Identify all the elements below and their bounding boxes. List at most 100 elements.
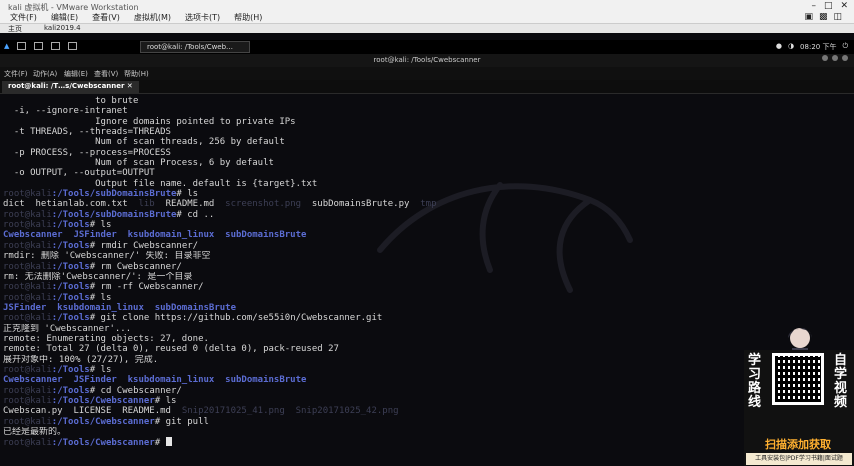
terminal-line: root@kali:/Tools# git clone https://gith…	[3, 313, 700, 323]
close-icon[interactable]	[842, 55, 848, 61]
prompt-path: :/Tools	[51, 364, 90, 375]
taskbar-terminal-item[interactable]: root@kali: /Tools/Cweb…	[140, 41, 250, 53]
listing-entry: dict hetianlab.com.txt	[3, 199, 139, 210]
term-menu-edit[interactable]: 编辑(E)	[64, 69, 88, 79]
terminal-window-controls	[822, 55, 848, 61]
terminal-line: remote: Total 27 (delta 0), reused 0 (de…	[3, 344, 339, 355]
vm-menu-file[interactable]: 文件(F)	[8, 12, 39, 23]
minimize-icon[interactable]	[822, 55, 828, 61]
vm-tab-kali[interactable]: kali2019.4	[44, 24, 81, 32]
vm-menu-edit[interactable]: 编辑(E)	[49, 12, 80, 23]
prompt-host: root@kali	[3, 292, 52, 303]
qr-code-icon	[772, 353, 824, 405]
promo-overlay: 学习路线 自学视频 扫描添加获取 工具安装包|PDF学习书籍|面试题	[744, 350, 854, 466]
kali-menu-icon[interactable]: ▲	[4, 42, 9, 50]
fullscreen-icon[interactable]: ▣	[804, 12, 813, 22]
terminal-line: 已经是最新的。	[3, 427, 67, 437]
prompt-command: # ls	[89, 220, 112, 231]
listing-entry: Snip20171025_41.png Snip20171025_42.png	[181, 406, 399, 417]
listing-entry: Cwebscan.py LICENSE README.md	[3, 406, 182, 417]
prompt-path: :/Tools	[51, 313, 90, 324]
prompt-path: :/Tools	[51, 385, 90, 396]
tab-close-icon[interactable]: ✕	[127, 82, 133, 90]
term-menu-view[interactable]: 查看(V)	[94, 69, 118, 79]
term-menu-help[interactable]: 帮助(H)	[124, 69, 149, 79]
vm-menu-vm[interactable]: 虚拟机(M)	[132, 12, 173, 23]
kali-top-panel: ▲ root@kali: /Tools/Cweb… ● ◑ 08:20 下午 ⏻	[0, 40, 854, 54]
listing-entry: screenshot.png	[225, 199, 312, 210]
prompt-command: # ls	[89, 292, 112, 303]
panel-clock: 08:20 下午	[800, 43, 837, 51]
listing-entry: JSFinder ksubdomain_linux subDomainsBrut…	[3, 302, 236, 313]
prompt-host: root@kali	[3, 209, 52, 220]
terminal-line: root@kali:/Tools/Cwebscanner# git pull	[3, 417, 700, 427]
minimize-icon[interactable]: –	[811, 1, 816, 11]
terminal-line: rmdir: 删除 'Cwebscanner/' 失败: 目录非空	[3, 251, 211, 262]
terminal-titlebar: root@kali: /Tools/Cwebscanner	[0, 54, 854, 67]
prompt-command: # ls	[176, 189, 199, 200]
vm-menu-view[interactable]: 查看(V)	[90, 12, 122, 23]
terminal-tab[interactable]: root@kali: /T…s/Cwebscanner ✕	[2, 81, 139, 93]
terminal-line: rm: 无法删除'Cwebscanner/': 是一个目录	[3, 271, 193, 282]
tray-icon[interactable]: ●	[776, 42, 782, 52]
listing-entry: subDomainsBrute.py	[311, 199, 421, 210]
terminal-line: -o OUTPUT, --output=OUTPUT	[3, 168, 155, 179]
term-menu-action[interactable]: 动作(A)	[33, 69, 57, 79]
prompt-path: :/Tools/Cwebscanner	[51, 438, 155, 448]
terminal-title: root@kali: /Tools/Cwebscanner	[373, 56, 481, 64]
workspace-3-icon[interactable]	[51, 42, 61, 50]
maximize-icon[interactable]	[832, 55, 838, 61]
workspace-1-icon[interactable]	[17, 42, 27, 50]
prompt-path: :/Tools	[51, 292, 90, 303]
listing-entry: lib	[138, 199, 166, 210]
listing-entry: Cwebscanner JSFinder ksubdomain_linux su…	[3, 230, 307, 241]
vm-menubar: 文件(F) 编辑(E) 查看(V) 虚拟机(M) 选项卡(T) 帮助(H)	[8, 12, 264, 23]
tray-icon[interactable]: ◑	[788, 42, 794, 52]
vm-menu-tabs[interactable]: 选项卡(T)	[183, 12, 222, 23]
terminal-line: -i, --ignore-intranet	[3, 106, 128, 117]
workspace-2-icon[interactable]	[34, 42, 44, 50]
promo-footer: 工具安装包|PDF学习书籍|面试题	[746, 453, 852, 465]
terminal-line: Cwebscanner JSFinder ksubdomain_linux su…	[3, 230, 700, 240]
power-icon[interactable]: ⏻	[842, 42, 848, 52]
console-icon[interactable]: ◫	[833, 12, 842, 22]
listing-entry: tmp	[420, 199, 437, 210]
terminal-line: Cwebscanner JSFinder ksubdomain_linux su…	[3, 375, 700, 385]
terminal-tabbar: root@kali: /T…s/Cwebscanner ✕	[0, 80, 854, 94]
terminal-line: root@kali:/Tools# cd Cwebscanner/	[3, 386, 700, 396]
terminal-line: to brute	[3, 96, 139, 106]
maximize-icon[interactable]: □	[824, 1, 833, 11]
promo-scan-text: 扫描添加获取	[765, 438, 831, 451]
promo-left-text: 学习路线	[748, 353, 762, 410]
prompt-host: root@kali	[3, 313, 52, 324]
prompt-command: # rm Cwebscanner/	[89, 261, 182, 272]
prompt-path: :/Tools	[51, 220, 90, 231]
vm-window-bar: kali 虚拟机 - VMware Workstation 文件(F) 编辑(E…	[0, 0, 854, 33]
terminal-line: root@kali:/Tools/Cwebscanner#	[3, 437, 700, 448]
prompt-path: :/Tools/Cwebscanner	[51, 416, 155, 427]
prompt-host: root@kali	[3, 364, 52, 375]
prompt-host: root@kali	[3, 282, 52, 293]
prompt-path: :/Tools	[51, 261, 90, 272]
unity-icon[interactable]: ▩	[819, 12, 828, 22]
terminal-output[interactable]: to brute -i, --ignore-intranet Ignore do…	[0, 96, 700, 466]
vm-menu-help[interactable]: 帮助(H)	[232, 12, 264, 23]
terminal-line: 正克隆到 'Cwebscanner'...	[3, 323, 132, 334]
panel-launchers: ▲	[4, 42, 78, 50]
terminal-line: Ignore domains pointed to private IPs	[3, 116, 296, 127]
terminal-line: root@kali:/Tools/Cwebscanner# ls	[3, 396, 700, 406]
prompt-host: root@kali	[3, 416, 52, 427]
prompt-host: root@kali	[3, 261, 52, 272]
prompt-path: :/Tools	[51, 282, 90, 293]
terminal-line: JSFinder ksubdomain_linux subDomainsBrut…	[3, 303, 700, 313]
close-icon[interactable]: ✕	[840, 1, 848, 11]
term-menu-file[interactable]: 文件(F)	[4, 69, 28, 79]
vm-tab-home[interactable]: 主页	[8, 24, 22, 34]
terminal-menubar: 文件(F) 动作(A) 编辑(E) 查看(V) 帮助(H)	[0, 67, 854, 80]
terminal-line: root@kali:/Tools# rm Cwebscanner/	[3, 262, 700, 272]
terminal-tab-label: root@kali: /T…s/Cwebscanner	[8, 82, 125, 90]
prompt-command: # ls	[154, 395, 177, 406]
terminal-line: remote: Enumerating objects: 27, done.	[3, 333, 209, 344]
workspace-4-icon[interactable]	[68, 42, 78, 50]
prompt-command: # cd ..	[176, 209, 215, 220]
